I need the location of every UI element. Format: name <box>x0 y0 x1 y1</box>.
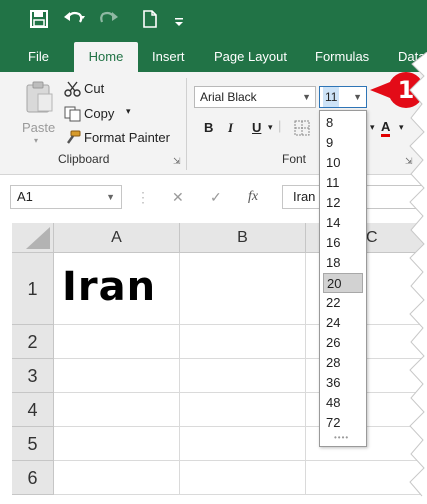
chevron-down-icon[interactable]: ▼ <box>302 87 311 107</box>
cell-a5[interactable] <box>54 427 180 461</box>
font-color-button[interactable]: A <box>381 120 391 137</box>
torn-edge <box>409 52 427 504</box>
insert-function-icon[interactable]: fx <box>248 189 258 205</box>
chevron-down-icon[interactable]: ▼ <box>353 87 362 107</box>
font-name-value: Arial Black <box>200 90 257 104</box>
tab-page-layout[interactable]: Page Layout <box>208 42 293 72</box>
font-size-combo[interactable]: 11 ▼ <box>319 86 367 108</box>
clipboard-icon <box>23 80 55 119</box>
brush-icon <box>64 130 82 151</box>
font-name-combo[interactable]: Arial Black ▼ <box>194 86 316 108</box>
paste-button[interactable]: Paste ▾ <box>20 80 58 148</box>
resize-grip-icon[interactable]: •••• <box>334 433 349 442</box>
clipboard-launcher-icon[interactable]: ⇲ <box>173 156 181 167</box>
row-header-5[interactable]: 5 <box>12 427 54 461</box>
format-painter-button[interactable]: Format Painter <box>64 129 176 149</box>
redo-icon <box>98 8 122 33</box>
cell-a1-text: Iran <box>62 264 157 310</box>
cell-a3[interactable] <box>54 359 180 393</box>
underline-dropdown-icon[interactable]: ▾ <box>268 122 273 133</box>
row-header-6[interactable]: 6 <box>12 461 54 495</box>
scissors-icon <box>64 81 82 102</box>
fill-dropdown-icon[interactable]: ▾ <box>370 122 375 133</box>
group-separator <box>186 78 187 170</box>
row-header-3[interactable]: 3 <box>12 359 54 393</box>
font-size-option[interactable]: 16 <box>323 233 363 253</box>
underline-button[interactable]: U <box>252 120 261 135</box>
font-size-value: 11 <box>323 87 340 107</box>
font-size-option-selected[interactable]: 20 <box>323 273 363 293</box>
font-size-option[interactable]: 26 <box>323 333 363 353</box>
tab-insert[interactable]: Insert <box>146 42 191 72</box>
row-header-1[interactable]: 1 <box>12 253 54 325</box>
font-size-option[interactable]: 18 <box>323 253 363 273</box>
cell-a2[interactable] <box>54 325 180 359</box>
cell-b1[interactable] <box>180 253 306 325</box>
font-size-option[interactable]: 48 <box>323 393 363 413</box>
row-header-2[interactable]: 2 <box>12 325 54 359</box>
font-size-option[interactable]: 9 <box>323 133 363 153</box>
paste-label: Paste <box>22 120 56 135</box>
tab-home[interactable]: Home <box>74 42 138 72</box>
enter-icon[interactable]: ✓ <box>210 189 222 206</box>
name-box[interactable]: A1 ▼ <box>10 185 122 209</box>
paste-dropdown-icon: ▾ <box>34 136 39 145</box>
font-size-dropdown[interactable]: 8 9 10 11 12 14 16 18 20 22 24 26 28 36 … <box>319 110 367 447</box>
new-file-icon[interactable] <box>142 10 158 33</box>
cut-label: Cut <box>84 81 105 96</box>
column-header-b[interactable]: B <box>180 223 306 253</box>
copy-dropdown-icon: ▾ <box>126 106 131 116</box>
font-size-option[interactable]: 24 <box>323 313 363 333</box>
cell-b3[interactable] <box>180 359 306 393</box>
ribbon-tabs: File Home Insert Page Layout Formulas Da… <box>0 42 427 72</box>
title-bar <box>0 0 427 42</box>
copy-icon <box>64 106 82 127</box>
format-painter-label: Format Painter <box>84 130 170 145</box>
font-size-option[interactable]: 10 <box>323 153 363 173</box>
cell-a4[interactable] <box>54 393 180 427</box>
customize-icon[interactable] <box>174 14 184 32</box>
select-all-button[interactable] <box>12 223 54 253</box>
font-size-option[interactable]: 12 <box>323 193 363 213</box>
font-size-option[interactable]: 8 <box>323 113 363 133</box>
borders-icon[interactable] <box>294 120 310 141</box>
font-size-option[interactable]: 36 <box>323 373 363 393</box>
italic-button[interactable]: I <box>228 120 233 136</box>
cell-b6[interactable] <box>180 461 306 495</box>
copy-button[interactable]: Copy ▾ <box>64 105 144 125</box>
cell-b4[interactable] <box>180 393 306 427</box>
name-box-value: A1 <box>17 189 33 204</box>
tab-file[interactable]: File <box>22 42 55 72</box>
cancel-icon[interactable]: ✕ <box>172 189 184 206</box>
column-header-a[interactable]: A <box>54 223 180 253</box>
undo-icon[interactable] <box>62 8 86 33</box>
callout-pointer <box>370 82 390 98</box>
cell-a6[interactable] <box>54 461 180 495</box>
row-header-4[interactable]: 4 <box>12 393 54 427</box>
font-group-label: Font <box>282 152 307 166</box>
formula-value: Iran <box>293 189 316 204</box>
more-options-icon: ⋮ <box>136 189 150 205</box>
cell-b5[interactable] <box>180 427 306 461</box>
cut-button[interactable]: Cut <box>64 80 124 100</box>
chevron-down-icon[interactable]: ▼ <box>106 186 115 208</box>
group-separator: | <box>278 118 282 133</box>
font-size-option[interactable]: 22 <box>323 293 363 313</box>
clipboard-group-label: Clipboard <box>58 152 110 166</box>
font-size-option[interactable]: 72 <box>323 413 363 433</box>
font-size-option[interactable]: 14 <box>323 213 363 233</box>
tab-formulas[interactable]: Formulas <box>309 42 375 72</box>
save-icon[interactable] <box>30 10 48 33</box>
cell-b2[interactable] <box>180 325 306 359</box>
font-size-option[interactable]: 28 <box>323 353 363 373</box>
copy-label: Copy <box>84 106 115 121</box>
bold-button[interactable]: B <box>204 120 213 135</box>
font-size-option[interactable]: 11 <box>323 173 363 193</box>
